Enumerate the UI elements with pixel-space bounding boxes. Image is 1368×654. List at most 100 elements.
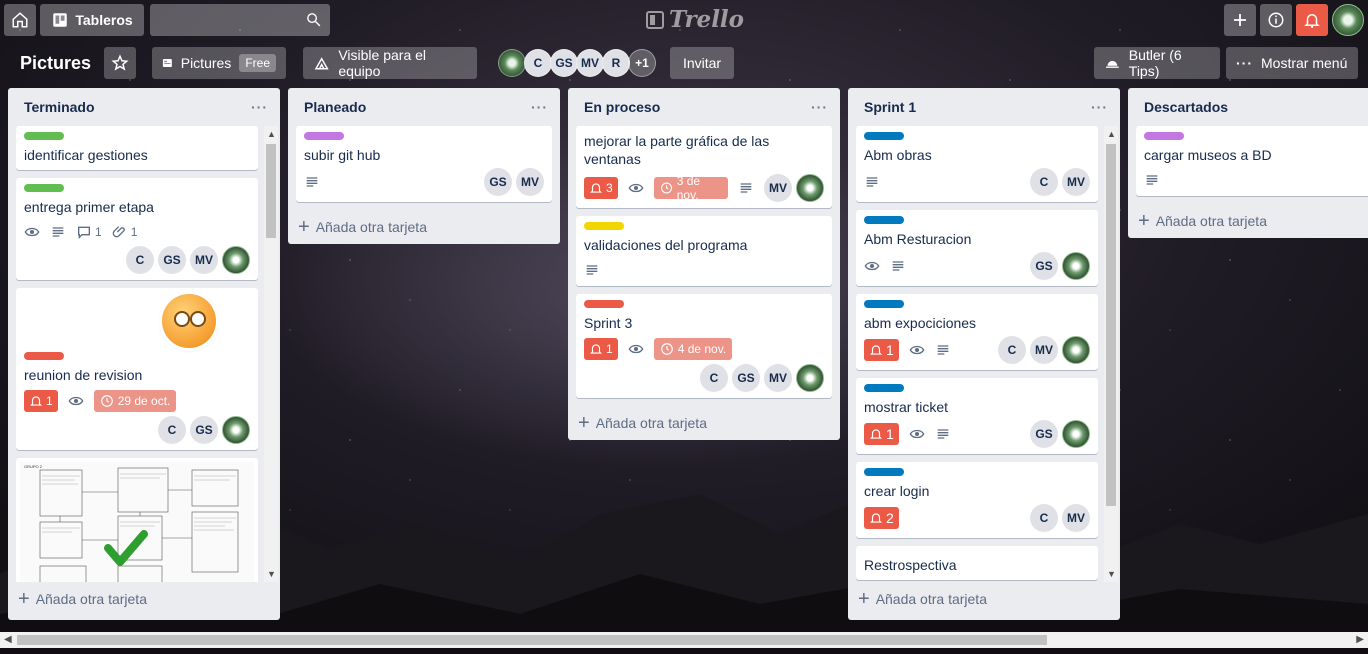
add-card-button[interactable]: + Añada otra tarjeta	[1128, 204, 1368, 238]
list-en-proceso[interactable]: En proceso ··· mejorar la parte gráfica …	[568, 88, 840, 440]
star-button[interactable]	[104, 47, 136, 79]
list-sprint-1[interactable]: Sprint 1 ··· Abm obras C MV Abm Resturac…	[848, 88, 1120, 620]
card-label-blue[interactable]	[864, 384, 904, 392]
invite-button[interactable]: Invitar	[670, 47, 734, 79]
member-avatar[interactable]	[1062, 420, 1090, 448]
card[interactable]: mejorar la parte gráfica de las ventanas…	[576, 126, 832, 208]
member-avatar[interactable]	[1062, 252, 1090, 280]
scroll-up-arrow[interactable]: ▲	[1107, 129, 1116, 139]
card-label-yellow[interactable]	[584, 222, 624, 230]
add-card-button[interactable]: + Añada otra tarjeta	[288, 210, 560, 244]
member-avatar[interactable]: C	[158, 416, 186, 444]
card-label-blue[interactable]	[864, 300, 904, 308]
scrollbar-thumb[interactable]	[1106, 144, 1116, 506]
board-title[interactable]: Pictures	[20, 53, 91, 74]
card[interactable]: entrega primer etapa 1 1 C GS MV	[16, 178, 258, 280]
due-date-badge[interactable]: 4 de nov.	[653, 338, 733, 360]
card-label-red[interactable]	[584, 300, 624, 308]
card-label-blue[interactable]	[864, 132, 904, 140]
scroll-up-arrow[interactable]: ▲	[267, 129, 276, 139]
card[interactable]: crear login 2 C MV	[856, 462, 1098, 538]
more-members-button[interactable]: +1	[628, 49, 656, 77]
member-avatar[interactable]: GS	[190, 416, 218, 444]
member-avatar[interactable]: MV	[516, 168, 544, 196]
scroll-down-arrow[interactable]: ▼	[267, 569, 276, 579]
card[interactable]: cargar museos a BD	[1136, 126, 1368, 196]
card-label-green[interactable]	[24, 132, 64, 140]
member-avatar[interactable]: C	[126, 246, 154, 274]
card[interactable]: abm expociciones 1 C MV	[856, 294, 1098, 370]
info-button[interactable]	[1260, 4, 1292, 36]
search-input[interactable]	[150, 4, 330, 36]
list-title[interactable]: Terminado	[24, 99, 95, 115]
member-avatar[interactable]	[222, 246, 250, 274]
card[interactable]: identificar gestiones	[16, 126, 258, 170]
list-title[interactable]: Planeado	[304, 99, 366, 115]
list-terminado[interactable]: Terminado ··· identificar gestiones entr…	[8, 88, 280, 620]
member-avatar[interactable]: GS	[158, 246, 186, 274]
member-avatar[interactable]: C	[524, 49, 552, 77]
list-menu-button[interactable]: ···	[811, 99, 828, 115]
member-avatar[interactable]	[222, 416, 250, 444]
member-avatar[interactable]: MV	[764, 364, 792, 392]
list-menu-button[interactable]: ···	[1091, 99, 1108, 115]
member-avatar[interactable]: GS	[1030, 420, 1058, 448]
scroll-down-arrow[interactable]: ▼	[1107, 569, 1116, 579]
member-avatar[interactable]: R	[602, 49, 630, 77]
visibility-button[interactable]: Visible para el equipo	[303, 47, 477, 79]
card-label-purple[interactable]	[304, 132, 344, 140]
list-scrollbar[interactable]: ▲ ▼	[1104, 126, 1118, 582]
card[interactable]: Abm obras C MV	[856, 126, 1098, 202]
member-avatar[interactable]: GS	[550, 49, 578, 77]
member-avatar[interactable]	[498, 49, 526, 77]
list-menu-button[interactable]: ···	[251, 99, 268, 115]
card-label-red[interactable]	[24, 352, 64, 360]
member-avatar[interactable]: C	[998, 336, 1026, 364]
scroll-right-arrow[interactable]: ▶	[1356, 634, 1364, 645]
boards-button[interactable]: Tableros	[40, 4, 144, 36]
member-avatar[interactable]	[796, 174, 824, 202]
card[interactable]: Sprint 3 1 4 de nov. C GS MV	[576, 294, 832, 398]
card-label-blue[interactable]	[864, 216, 904, 224]
due-date-badge[interactable]: 29 de oct.	[93, 390, 177, 412]
team-button[interactable]: Pictures Free	[152, 47, 286, 79]
member-avatar[interactable]: GS	[732, 364, 760, 392]
card-label-green[interactable]	[24, 184, 64, 192]
member-avatar[interactable]	[796, 364, 824, 392]
scrollbar-thumb[interactable]	[266, 144, 276, 238]
card[interactable]: reunion de revision 1 29 de oct. C GS	[16, 288, 258, 450]
card-image-cover[interactable]: GRUPO 2	[16, 458, 258, 582]
member-avatar[interactable]: GS	[484, 168, 512, 196]
member-avatar[interactable]: C	[1030, 504, 1058, 532]
member-avatar[interactable]: MV	[764, 174, 792, 202]
user-avatar[interactable]	[1332, 4, 1364, 36]
list-title[interactable]: Descartados	[1144, 99, 1228, 115]
show-menu-button[interactable]: ··· Mostrar menú	[1226, 47, 1358, 79]
member-avatar[interactable]: MV	[1062, 168, 1090, 196]
board-horizontal-scrollbar[interactable]: ◀ ▶	[0, 632, 1368, 648]
member-avatar[interactable]: MV	[190, 246, 218, 274]
card[interactable]: Restrospectiva	[856, 546, 1098, 580]
scroll-left-arrow[interactable]: ◀	[4, 634, 12, 645]
list-menu-button[interactable]: ···	[531, 99, 548, 115]
home-button[interactable]	[4, 4, 36, 36]
member-avatar[interactable]	[1062, 336, 1090, 364]
card[interactable]: subir git hub GS MV	[296, 126, 552, 202]
card-label-blue[interactable]	[864, 468, 904, 476]
list-descartados[interactable]: Descartados cargar museos a BD + Añada o…	[1128, 88, 1368, 238]
add-card-button[interactable]: + Añada otra tarjeta	[848, 582, 1120, 616]
list-planeado[interactable]: Planeado ··· subir git hub GS MV + Añada…	[288, 88, 560, 244]
member-avatar[interactable]: MV	[576, 49, 604, 77]
list-title[interactable]: Sprint 1	[864, 99, 916, 115]
notifications-button[interactable]	[1296, 4, 1328, 36]
card-label-purple[interactable]	[1144, 132, 1184, 140]
add-card-button[interactable]: + Añada otra tarjeta	[8, 582, 280, 616]
butler-button[interactable]: Butler (6 Tips)	[1094, 47, 1220, 79]
list-scrollbar[interactable]: ▲ ▼	[264, 126, 278, 582]
card[interactable]: mostrar ticket 1 GS	[856, 378, 1098, 454]
add-card-button[interactable]: + Añada otra tarjeta	[568, 406, 840, 440]
scrollbar-thumb[interactable]	[17, 635, 1047, 645]
member-avatar[interactable]: GS	[1030, 252, 1058, 280]
create-button[interactable]	[1224, 4, 1256, 36]
trello-logo[interactable]: Trello	[646, 6, 744, 33]
